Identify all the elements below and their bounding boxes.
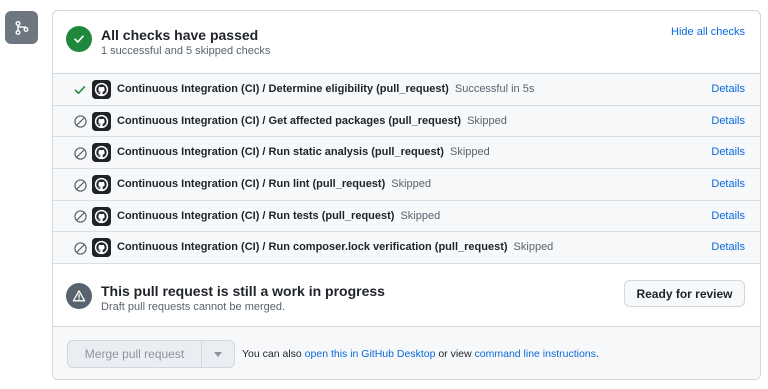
check-status: Skipped (449, 146, 490, 159)
note-suffix: . (595, 348, 599, 360)
check-row: Continuous Integration (CI) / Determine … (53, 74, 760, 106)
check-name: Continuous Integration (CI) / Run static… (117, 146, 444, 159)
github-logo-icon (92, 238, 111, 258)
ready-for-review-button[interactable]: Ready for review (624, 280, 745, 307)
wip-title: This pull request is still a work in pro… (101, 283, 385, 299)
github-logo-icon (92, 143, 111, 163)
details-link[interactable]: Details (711, 210, 745, 222)
checks-summary: All checks have passed 1 successful and … (53, 11, 760, 73)
checks-list: Continuous Integration (CI) / Determine … (53, 73, 760, 265)
command-line-instructions-link[interactable]: command line instructions (475, 348, 596, 360)
details-link[interactable]: Details (711, 178, 745, 190)
check-status: Successful in 5s (454, 83, 535, 95)
github-desktop-link[interactable]: open this in GitHub Desktop (305, 348, 436, 360)
note-middle: or view (435, 348, 475, 360)
alert-icon (66, 283, 92, 309)
merge-area: Merge pull request You can also open thi… (53, 327, 760, 379)
check-name: Continuous Integration (CI) / Determine … (117, 83, 449, 95)
check-row: Continuous Integration (CI) / Get affect… (53, 106, 760, 138)
wip-subtitle: Draft pull requests cannot be merged. (101, 301, 286, 313)
merge-button-group: Merge pull request (67, 340, 235, 368)
github-logo-icon (92, 206, 111, 226)
check-row: Continuous Integration (CI) / Run lint (… (53, 169, 760, 201)
check-row: Continuous Integration (CI) / Run tests … (53, 201, 760, 233)
check-success-icon (73, 83, 87, 97)
check-circle-icon (66, 26, 92, 52)
merge-pull-request-button[interactable]: Merge pull request (67, 340, 201, 368)
details-link[interactable]: Details (711, 83, 745, 95)
skip-icon (73, 146, 87, 160)
check-row: Continuous Integration (CI) / Run compos… (53, 232, 760, 265)
skip-icon (73, 210, 87, 224)
note-prefix: You can also (242, 348, 305, 360)
check-status: Skipped (513, 241, 554, 254)
details-link[interactable]: Details (711, 115, 745, 127)
github-logo-icon (92, 175, 111, 195)
work-in-progress-notice: This pull request is still a work in pro… (53, 264, 760, 327)
details-link[interactable]: Details (711, 146, 745, 158)
github-logo-icon (92, 80, 111, 99)
caret-down-icon (214, 351, 222, 357)
check-status: Skipped (400, 209, 441, 222)
checks-summary-subtitle: 1 successful and 5 skipped checks (101, 45, 271, 57)
git-branch-icon (5, 11, 38, 44)
merge-alternatives-note: You can also open this in GitHub Desktop… (242, 348, 599, 360)
merge-options-dropdown[interactable] (201, 340, 235, 368)
check-status: Skipped (467, 114, 507, 127)
check-status: Skipped (391, 178, 432, 191)
github-logo-icon (92, 111, 111, 131)
hide-all-checks-link[interactable]: Hide all checks (671, 26, 745, 38)
check-name: Continuous Integration (CI) / Run lint (… (117, 178, 386, 191)
check-name: Continuous Integration (CI) / Run tests … (117, 209, 395, 222)
check-name: Continuous Integration (CI) / Get affect… (117, 114, 462, 127)
skip-icon (73, 178, 87, 192)
checks-summary-title: All checks have passed (101, 27, 259, 43)
skip-icon (73, 115, 87, 129)
check-name: Continuous Integration (CI) / Run compos… (117, 241, 508, 254)
check-row: Continuous Integration (CI) / Run static… (53, 137, 760, 170)
skip-icon (73, 241, 87, 255)
details-link[interactable]: Details (711, 241, 745, 253)
merge-box: All checks have passed 1 successful and … (52, 10, 761, 380)
